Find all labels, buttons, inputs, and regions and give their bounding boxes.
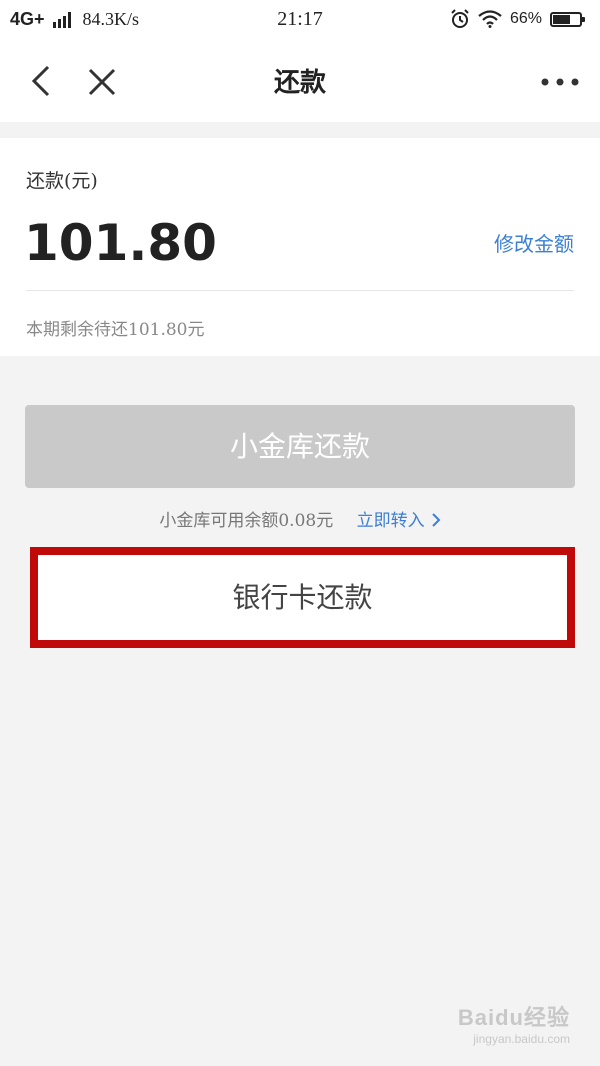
back-icon[interactable] [28,64,56,98]
remaining-balance: 本期剩余待还101.80元 [26,320,205,340]
nav-bar: 还款 [0,40,600,122]
transfer-in-label: 立即转入 [356,511,425,531]
modify-amount-link[interactable]: 修改金额 [494,228,574,257]
bank-card-repay-button[interactable]: 银行卡还款 [30,547,575,648]
alarm-icon [451,9,469,28]
repayment-card: 还款(元) 101.80 修改金额 本期剩余待还101.80元 [0,138,600,356]
battery-percent: 66% [509,10,542,27]
vault-balance-text: 小金库可用余额0.08元 [159,511,334,531]
close-icon[interactable] [86,66,118,98]
vault-repay-button[interactable]: 小金库还款 [25,405,575,488]
vault-balance-row: 小金库可用余额0.08元 立即转入 [0,506,600,531]
watermark-logo: Baidu经验 [457,1005,570,1030]
status-bar: 4G+ 84.3K/s 21:17 66% [0,0,600,40]
amount-label: 还款(元) [26,170,98,192]
status-right: 66% [450,9,585,29]
watermark-url: jingyan.baidu.com [473,1032,570,1046]
battery-fill [553,14,570,24]
repayment-amount: 101.80 [24,214,217,272]
chevron-right-icon [431,513,441,527]
wifi-icon [478,10,502,28]
watermark: Baidu经验 jingyan.baidu.com [458,1000,570,1046]
more-icon[interactable] [540,76,580,88]
divider [26,290,574,291]
transfer-in-link[interactable]: 立即转入 [357,511,441,531]
battery-icon [550,11,585,27]
